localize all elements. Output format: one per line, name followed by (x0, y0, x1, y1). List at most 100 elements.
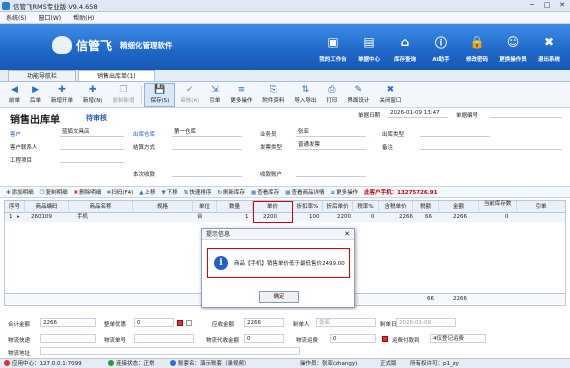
cell-unit[interactable]: 台 (195, 213, 203, 222)
menu-help[interactable]: 帮助(H) (73, 13, 94, 22)
address-field[interactable] (40, 347, 300, 355)
row-pointer-icon: ▸ (17, 214, 20, 220)
cell-qty[interactable]: 1 (243, 213, 249, 222)
next-doc-button[interactable]: ▶ 后单 (25, 83, 46, 107)
menu-window[interactable]: 窗口(W) (39, 13, 62, 22)
copy-detail-button[interactable]: ❐复制明细 (40, 188, 68, 196)
audit-button[interactable]: ✔ 审核(A) (175, 83, 204, 107)
shipping-field[interactable]: 0 (330, 334, 376, 343)
delete-detail-button[interactable]: ✖删除明细 (74, 188, 102, 196)
receive-field[interactable] (172, 168, 242, 177)
logistics-no-field[interactable] (134, 334, 194, 343)
view-product-button[interactable]: ▦查看商品详情 (285, 188, 324, 196)
quick-sort-button[interactable]: ⇅快速排序 (184, 188, 212, 196)
shipping-checkbox[interactable] (382, 336, 388, 342)
payto-select[interactable]: 4仅登记运费 (430, 334, 486, 343)
date-field[interactable]: 2026-01-09 13:47 (388, 109, 448, 118)
nav-exit[interactable]: ✖ 退出系统 (532, 27, 566, 67)
clerk-field[interactable]: 张亚 (296, 128, 366, 137)
database-icon (170, 360, 176, 366)
invoice-field[interactable]: 普通发票 (296, 141, 366, 150)
ok-button[interactable]: 确定 (259, 291, 299, 303)
customer-field[interactable]: 蓝狐文具店 (60, 128, 124, 137)
reference-button[interactable]: ⇲ 引单 (204, 83, 225, 107)
nav-switch-operator[interactable]: ☺ 更换操作员 (496, 27, 530, 67)
col-header[interactable]: 商品名称 (69, 201, 133, 213)
operator-status: 操作员：张亚(zhangy) (300, 361, 358, 367)
grid-more-button[interactable]: ≡更多操作 (330, 188, 358, 196)
import-export-button[interactable]: ⇅ 导入导出 (289, 83, 321, 107)
dialog-close-button[interactable]: ✕ (344, 229, 350, 240)
copy-new-button[interactable]: ❐ 复制新增 (107, 83, 139, 107)
move-up-button[interactable]: ▲上移 (139, 188, 155, 196)
col-header[interactable]: 商品编码 (25, 201, 69, 213)
nav-inventory[interactable]: ⌂ 库存查询 (388, 27, 422, 67)
new-order-button[interactable]: ✚ 新增开单 (46, 83, 78, 107)
nav-change-password[interactable]: 🔒 修改密码 (460, 27, 494, 67)
freight-field[interactable]: 0 (244, 334, 284, 343)
cell-name[interactable]: 手机 (75, 213, 88, 222)
close-tab-button[interactable]: ✖ 关闭窗口 (374, 83, 406, 107)
settle-field[interactable] (172, 141, 242, 150)
cell-discount[interactable]: 100 (307, 213, 320, 222)
col-header[interactable]: 金额 (439, 201, 479, 213)
cell-tax[interactable]: 66 (423, 213, 432, 222)
license-status: 所有权许可：p1_zy (410, 361, 459, 367)
account-field[interactable] (296, 168, 366, 177)
col-header[interactable]: 税率% (353, 201, 379, 213)
tab-navigation[interactable]: 功能导航栏 (8, 70, 77, 81)
save-button[interactable]: 💾 保存(S) (144, 82, 176, 107)
project-field[interactable] (60, 154, 124, 163)
footer-amount: 2266 (453, 296, 467, 302)
refresh-stock-button[interactable]: ↻刷新库存 (217, 188, 245, 196)
tab-sales-outbound[interactable]: 销售出库单(1) (78, 70, 155, 81)
logistics-field[interactable] (40, 334, 96, 343)
col-header[interactable]: 含税单价 (379, 201, 413, 213)
new-button[interactable]: ✚ 新增(N) (78, 83, 107, 107)
print-button[interactable]: ⎙ 打印 (321, 83, 342, 107)
move-down-button[interactable]: ▼下移 (162, 188, 178, 196)
view-stock-button[interactable]: ▦查看库存 (251, 188, 279, 196)
col-header[interactable]: 折扣率% (293, 201, 323, 213)
nav-label: 我的工作台 (319, 57, 347, 63)
number-field[interactable] (490, 109, 562, 118)
cell-amount[interactable]: 2266 (451, 213, 467, 222)
nav-label: AI助手 (432, 57, 450, 63)
nav-workbench[interactable]: ▣ 我的工作台 (316, 27, 350, 67)
col-header[interactable]: 数量 (217, 201, 253, 213)
col-header[interactable]: 税额 (413, 201, 439, 213)
nav-ai-assistant[interactable]: ⓘ AI助手 (424, 27, 458, 67)
col-header[interactable]: 当前库存数 (479, 201, 517, 213)
top-nav: ▣ 我的工作台 ▤ 单据中心 ⌂ 库存查询 ⓘ AI助手 🔒 修改密码 ☺ 更换操作员 ✖ 退… (316, 27, 566, 67)
discount-field[interactable]: 0 (134, 318, 174, 327)
logo: 信管飞 精细化管理软件 (52, 36, 173, 54)
prev-doc-button[interactable]: ◀ 前单 (4, 83, 25, 107)
nav-documents[interactable]: ▤ 单据中心 (352, 27, 386, 67)
remark-field[interactable] (420, 141, 562, 150)
contact-field[interactable] (60, 141, 124, 150)
close-window-button[interactable]: ✕ (556, 1, 568, 10)
ui-design-button[interactable]: ✎ 界面设计 (342, 83, 374, 107)
col-header[interactable]: 序号 (5, 201, 25, 213)
cell-tax-price[interactable]: 2266 (397, 213, 413, 222)
menu-system[interactable]: 系统(S) (6, 13, 27, 22)
col-header[interactable]: 单位 (193, 201, 217, 213)
total-field[interactable]: 2266 (40, 318, 96, 327)
col-header[interactable]: 引单 (517, 201, 565, 213)
add-detail-button[interactable]: ✚添加明细 (6, 188, 34, 196)
warehouse-field[interactable]: 第一仓库 (172, 128, 242, 137)
cell-tax-rate[interactable]: 0 (369, 213, 375, 222)
attachments-button[interactable]: ⎘ 附件资料 (257, 83, 289, 107)
maximize-button[interactable]: □ (541, 1, 553, 10)
receivable-field[interactable]: 2266 (244, 318, 284, 327)
discount-option-checkbox[interactable] (186, 320, 192, 326)
scan-button[interactable]: ⌗扫码(F4) (107, 188, 133, 197)
more-actions-button[interactable]: ≡ 更多操作 (225, 83, 257, 107)
cell-disc-price[interactable]: 2200 (335, 213, 351, 222)
col-header[interactable]: 折后单价 (323, 201, 353, 213)
minimize-button[interactable]: ─ (526, 1, 538, 10)
cell-code[interactable]: 260109 (29, 213, 52, 222)
outtype-field[interactable] (420, 128, 490, 137)
discount-checkbox[interactable] (177, 320, 183, 326)
col-header[interactable]: 规格 (133, 201, 193, 213)
